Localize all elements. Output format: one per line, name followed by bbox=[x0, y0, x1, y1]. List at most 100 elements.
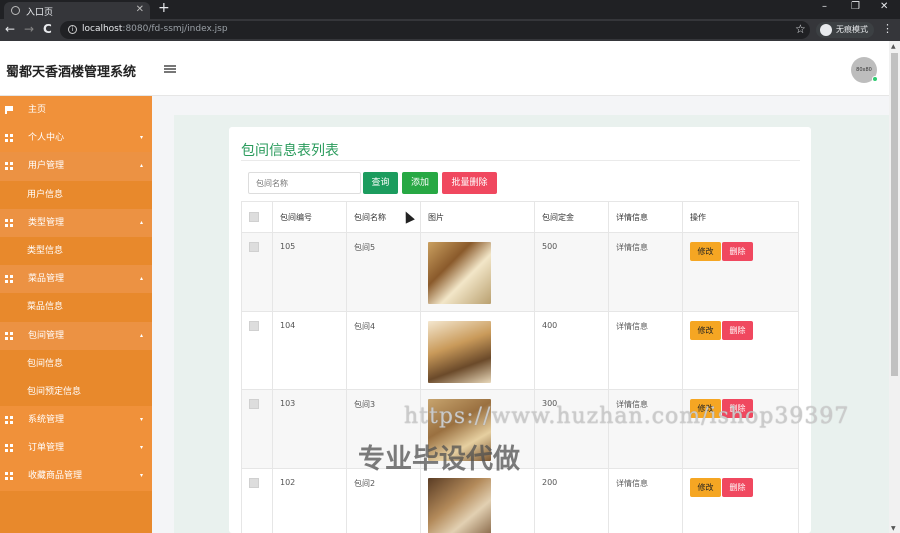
row-select-cell bbox=[241, 389, 273, 469]
sidebar-item-label: 包间管理 bbox=[28, 330, 65, 341]
sidebar-item-label: 菜品管理 bbox=[28, 274, 65, 285]
app-header: 蜀都天香酒楼管理系统 80x80 bbox=[0, 41, 889, 96]
room-id-cell: 102 bbox=[272, 467, 347, 533]
scroll-up-icon[interactable]: ▲ bbox=[891, 43, 896, 50]
delete-button[interactable]: 删除 bbox=[722, 477, 753, 497]
row-checkbox[interactable] bbox=[249, 477, 259, 488]
divider bbox=[241, 160, 800, 161]
room-name-cell: 包间5 bbox=[346, 232, 421, 312]
scrollbar-thumb[interactable] bbox=[891, 53, 898, 376]
sidebar-item[interactable]: 菜品信息 bbox=[0, 293, 152, 322]
sidebar-item-label: 个人中心 bbox=[28, 133, 65, 144]
back-icon[interactable]: ← bbox=[5, 22, 15, 36]
grid-icon bbox=[5, 134, 13, 143]
sidebar-item-label: 包间预定信息 bbox=[27, 386, 82, 397]
sidebar-item[interactable]: 收藏商品管理 ▾ bbox=[0, 462, 152, 491]
window-close-icon[interactable]: ✕ bbox=[880, 1, 888, 12]
sidebar-item[interactable]: 订单管理 ▾ bbox=[0, 434, 152, 463]
room-id-cell: 103 bbox=[272, 389, 347, 469]
add-button[interactable]: 添加 bbox=[402, 172, 438, 194]
forward-icon[interactable]: → bbox=[24, 22, 34, 36]
room-deposit-cell: 400 bbox=[534, 310, 609, 390]
sidebar: 主页 个人中心 ▾ 用户管理 ▴ 用户信息 类型管理 ▴ 类型信息 菜品管理 ▴ 菜品信息 包间管理 ▴ 包… bbox=[0, 96, 152, 533]
room-detail-cell: 详情信息 bbox=[608, 310, 683, 390]
flag-icon bbox=[5, 106, 13, 114]
delete-button[interactable]: 删除 bbox=[722, 242, 753, 261]
url-path: :8080/fd-ssmj/index.jsp bbox=[122, 24, 228, 34]
row-checkbox[interactable] bbox=[249, 399, 259, 409]
restore-icon[interactable]: ❐ bbox=[851, 1, 860, 12]
minimize-icon[interactable]: – bbox=[822, 1, 827, 12]
edit-button[interactable]: 修改 bbox=[690, 242, 721, 261]
grid-icon bbox=[5, 218, 13, 227]
sidebar-item[interactable]: 系统管理 ▾ bbox=[0, 406, 152, 435]
room-image-cell bbox=[420, 467, 535, 533]
column-header[interactable]: 包间编号 bbox=[272, 201, 347, 233]
close-icon[interactable]: ✕ bbox=[136, 4, 144, 15]
reload-icon[interactable]: C bbox=[43, 22, 52, 36]
sidebar-item-label: 主页 bbox=[28, 105, 47, 115]
caret-down-icon: ▾ bbox=[139, 416, 143, 424]
sidebar-item[interactable]: 包间预定信息 bbox=[0, 377, 152, 407]
bulk-delete-button[interactable]: 批量删除 bbox=[442, 172, 497, 194]
delete-button[interactable]: 删除 bbox=[722, 320, 753, 340]
row-checkbox[interactable] bbox=[249, 242, 259, 252]
edit-button[interactable]: 修改 bbox=[690, 477, 721, 497]
sidebar-item-label: 包间信息 bbox=[27, 358, 64, 369]
info-icon[interactable]: i bbox=[68, 25, 77, 34]
room-deposit-cell: 500 bbox=[534, 232, 609, 312]
new-tab-button[interactable]: + bbox=[158, 0, 170, 16]
sidebar-item[interactable]: 主页 bbox=[0, 96, 152, 125]
room-name-cell: 包间2 bbox=[346, 467, 421, 533]
row-select-cell bbox=[241, 467, 273, 533]
grid-icon bbox=[5, 331, 13, 340]
url-host: localhost bbox=[82, 24, 123, 34]
browser-toolbar: ← → C i localhost:8080/fd-ssmj/index.jsp… bbox=[0, 19, 900, 41]
query-button[interactable]: 查询 bbox=[363, 172, 398, 194]
sidebar-item[interactable]: 类型信息 bbox=[0, 236, 152, 266]
select-all-checkbox[interactable] bbox=[249, 212, 259, 222]
search-input[interactable] bbox=[248, 172, 361, 194]
caret-up-icon: ▴ bbox=[139, 218, 143, 226]
row-checkbox[interactable] bbox=[249, 320, 259, 331]
scroll-down-icon[interactable]: ▼ bbox=[891, 525, 896, 532]
incognito-badge[interactable]: 无痕模式 bbox=[816, 22, 874, 38]
caret-down-icon: ▾ bbox=[139, 134, 143, 142]
room-image-cell bbox=[420, 232, 535, 312]
globe-icon bbox=[11, 6, 20, 15]
room-table: 包间编号 包间名称 图片 包间定金 详情信息 操作 105 包间5 500 详情信息修… bbox=[241, 201, 799, 533]
room-image-cell bbox=[420, 310, 535, 390]
grid-icon bbox=[5, 416, 13, 425]
sidebar-item-label: 菜品信息 bbox=[27, 302, 64, 313]
column-header: 操作 bbox=[682, 201, 799, 233]
room-image bbox=[428, 242, 491, 304]
column-header[interactable]: 包间定金 bbox=[534, 201, 609, 233]
room-name-cell: 包间4 bbox=[346, 310, 421, 390]
table-row: 102 包间2 200 详情信息 修改 删除 bbox=[241, 467, 799, 533]
sidebar-item-label: 用户信息 bbox=[27, 189, 64, 200]
room-image bbox=[428, 477, 491, 533]
grid-icon bbox=[5, 444, 13, 453]
sidebar-item[interactable]: 菜品管理 ▴ bbox=[0, 265, 152, 294]
browser-tab[interactable]: 入口页 ✕ bbox=[4, 2, 150, 19]
edit-button[interactable]: 修改 bbox=[690, 320, 721, 340]
caret-up-icon: ▴ bbox=[139, 275, 143, 283]
sidebar-item[interactable]: 个人中心 ▾ bbox=[0, 124, 152, 153]
sidebar-item-label: 收藏商品管理 bbox=[28, 471, 83, 482]
sidebar-item-label: 类型管理 bbox=[28, 217, 65, 228]
caret-up-icon: ▴ bbox=[139, 162, 143, 170]
sidebar-item[interactable]: 用户信息 bbox=[0, 180, 152, 209]
browser-tab-bar: 入口页 ✕ + – ❐ ✕ bbox=[0, 0, 900, 19]
sidebar-item[interactable]: 用户管理 ▴ bbox=[0, 152, 152, 181]
room-id-cell: 104 bbox=[272, 310, 347, 390]
grid-icon bbox=[5, 275, 13, 284]
sidebar-item[interactable]: 包间信息 bbox=[0, 349, 152, 378]
browser-menu-icon[interactable]: ⋮ bbox=[882, 22, 893, 35]
bookmark-star-icon[interactable]: ☆ bbox=[795, 22, 806, 36]
sidebar-item[interactable]: 包间管理 ▴ bbox=[0, 321, 152, 350]
hamburger-menu-icon[interactable] bbox=[164, 65, 176, 73]
sidebar-item-label: 系统管理 bbox=[28, 415, 65, 426]
address-bar[interactable]: i localhost:8080/fd-ssmj/index.jsp bbox=[60, 21, 810, 39]
sidebar-item[interactable]: 类型管理 ▴ bbox=[0, 208, 152, 237]
actions-cell: 修改 删除 bbox=[682, 467, 799, 533]
